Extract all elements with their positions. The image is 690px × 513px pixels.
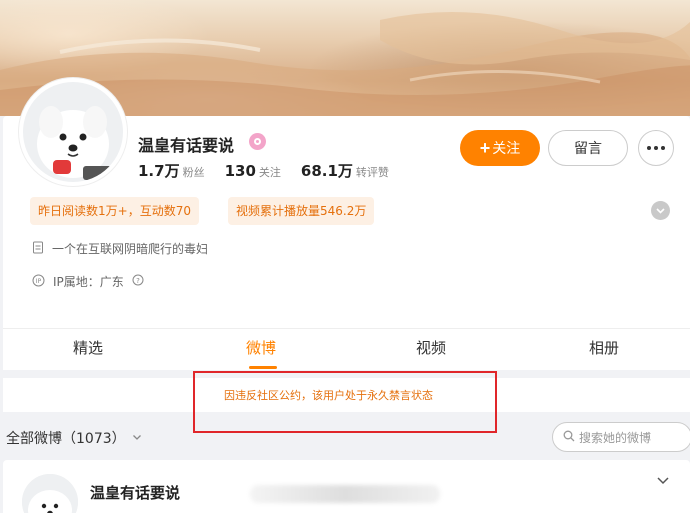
more-dots-icon[interactable] xyxy=(638,130,674,166)
svg-text:IP: IP xyxy=(36,278,42,285)
ip-text: IP属地：广东 xyxy=(53,275,124,289)
plus-icon: + xyxy=(479,138,491,158)
follow-button[interactable]: + 关注 xyxy=(460,130,540,166)
stat-label: 转评赞 xyxy=(355,166,389,179)
follow-label: 关注 xyxy=(492,140,521,156)
tab-weibo[interactable]: 微博 xyxy=(246,337,276,358)
post-meta-blurred xyxy=(250,485,440,503)
search-icon xyxy=(563,430,575,445)
ip-icon: IP xyxy=(32,274,45,290)
stat-number: 68.1万 xyxy=(300,162,353,180)
help-circle-icon[interactable]: ? xyxy=(132,274,144,289)
chevron-down-circle-icon[interactable] xyxy=(651,201,670,220)
active-tab-indicator xyxy=(249,366,277,369)
profile-name: 温皇有话要说 xyxy=(138,136,235,155)
highlight-box xyxy=(193,371,497,433)
post-author[interactable]: 温皇有话要说 xyxy=(90,482,180,503)
tab-featured[interactable]: 精选 xyxy=(73,337,103,358)
svg-text:?: ? xyxy=(136,277,140,285)
ip-location: IP IP属地：广东 ? xyxy=(32,273,144,290)
stat-label: 粉丝 xyxy=(182,166,205,179)
video-stats-tag[interactable]: 视频累计播放量546.2万 xyxy=(228,197,375,225)
filter-label: 全部微博（1073） xyxy=(6,431,126,447)
all-weibo-filter[interactable]: 全部微博（1073） xyxy=(6,428,142,448)
message-button[interactable]: 留言 xyxy=(548,130,628,166)
profile-description: 一个在互联网阴暗爬行的毒妇 xyxy=(32,240,208,257)
chevron-down-icon[interactable] xyxy=(656,472,670,491)
search-input[interactable]: 搜索她的微博 xyxy=(552,422,690,452)
description-text: 一个在互联网阴暗爬行的毒妇 xyxy=(52,242,209,256)
profile-stats: 1.7万 粉丝 130 关注 68.1万 转评赞 xyxy=(138,160,389,181)
stat-number: 1.7万 xyxy=(138,162,180,180)
stat-number: 130 xyxy=(224,162,256,180)
stat-label: 关注 xyxy=(258,166,281,179)
stat-followers[interactable]: 1.7万 粉丝 xyxy=(138,160,205,181)
chevron-down-icon xyxy=(132,430,142,446)
reading-stats-tag[interactable]: 昨日阅读数1万+，互动数70 xyxy=(30,197,199,225)
stat-following[interactable]: 130 关注 xyxy=(225,161,281,180)
verified-badge-icon xyxy=(249,133,266,150)
document-icon xyxy=(32,241,44,257)
tab-video[interactable]: 视频 xyxy=(416,337,446,358)
avatar[interactable] xyxy=(19,78,127,186)
search-placeholder: 搜索她的微博 xyxy=(579,430,652,445)
profile-page: 温皇有话要说 1.7万 粉丝 130 关注 68.1万 转评赞 + 关注 留言 昨日阅读… xyxy=(0,0,690,513)
profile-tabs: 精选 微博 视频 相册 xyxy=(3,328,690,370)
tab-album[interactable]: 相册 xyxy=(589,337,619,358)
stat-engagement: 68.1万 转评赞 xyxy=(301,160,389,181)
